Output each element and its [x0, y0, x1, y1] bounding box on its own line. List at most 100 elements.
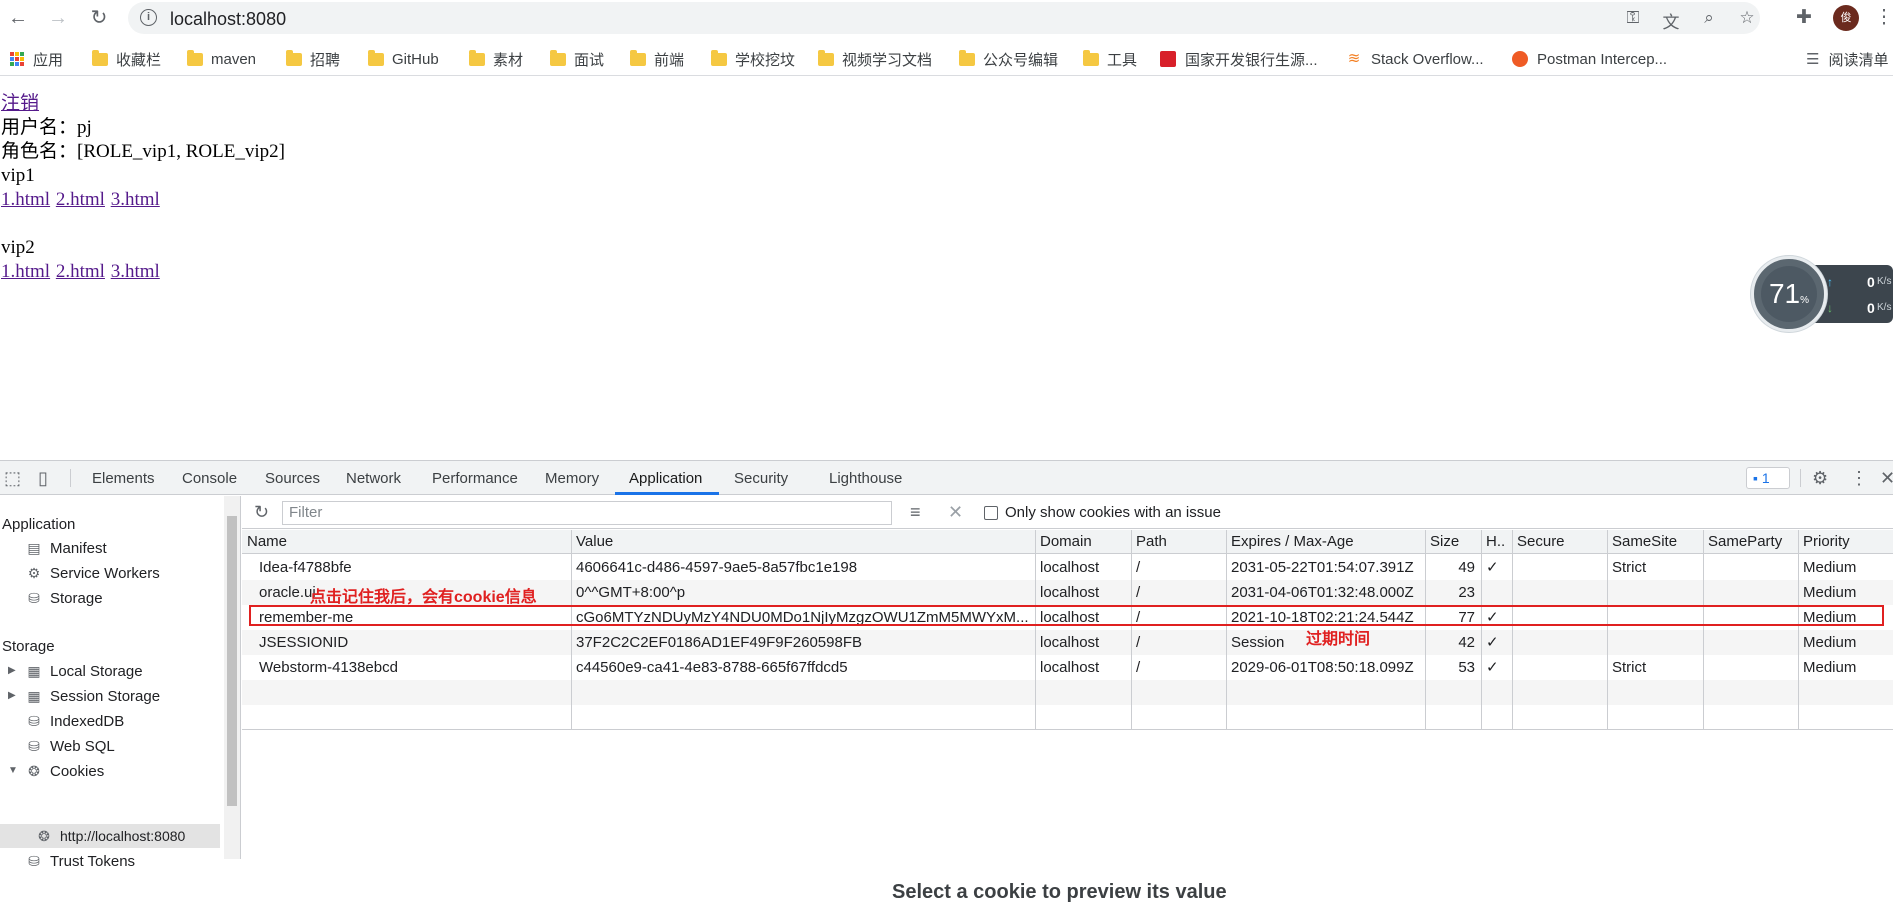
tab-security[interactable]: Security: [734, 470, 788, 487]
bookmark-folder[interactable]: 学校挖坟: [711, 49, 795, 69]
expand-arrow-icon[interactable]: ▶: [8, 690, 16, 701]
vip2-link-2[interactable]: 2.html: [56, 261, 105, 282]
column-header-httponly[interactable]: H..: [1481, 530, 1512, 554]
sidebar-item-trust-tokens[interactable]: ⛁ Trust Tokens: [26, 851, 135, 871]
column-header-size[interactable]: Size: [1425, 530, 1481, 554]
key-icon[interactable]: ⚿: [1622, 8, 1644, 28]
extensions-icon[interactable]: ✚: [1792, 6, 1816, 29]
bookmark-site[interactable]: Postman Intercep...: [1512, 49, 1667, 69]
logout-link[interactable]: 注销: [1, 93, 39, 114]
close-devtools-icon[interactable]: ✕: [1880, 468, 1893, 489]
column-header-sameparty[interactable]: SameParty: [1703, 530, 1798, 554]
bookmark-folder[interactable]: GitHub: [368, 49, 439, 69]
sidebar-item-web-sql[interactable]: ⛁ Web SQL: [26, 736, 115, 756]
tab-performance[interactable]: Performance: [432, 470, 518, 487]
device-toolbar-icon[interactable]: ▯: [38, 468, 48, 489]
delete-selected-icon[interactable]: ✕: [948, 502, 963, 523]
expand-arrow-icon[interactable]: ▶: [8, 665, 16, 676]
column-header-name[interactable]: Name: [242, 530, 571, 554]
bookmark-folder[interactable]: 面试: [550, 49, 604, 69]
sidebar-item-storage[interactable]: ⛁ Storage: [26, 588, 102, 608]
sidebar-item-local-storage[interactable]: ▦ Local Storage: [26, 661, 142, 681]
bookmark-folder[interactable]: 前端: [630, 49, 684, 69]
bookmark-folder[interactable]: 收藏栏: [92, 49, 161, 69]
cookies-table: Name Value Domain Path Expires / Max-Age…: [242, 530, 1893, 730]
cookie-preview-placeholder: Select a cookie to preview its value: [892, 881, 1227, 903]
issues-badge[interactable]: ▪ 1: [1746, 467, 1790, 489]
vip1-link-1[interactable]: 1.html: [1, 189, 50, 210]
network-speed-widget[interactable]: ↑ 0 K/s ↓ 0 K/s 71%: [1751, 256, 1893, 334]
tab-application[interactable]: Application: [629, 470, 702, 487]
column-header-path[interactable]: Path: [1131, 530, 1226, 554]
refresh-icon[interactable]: ↻: [254, 502, 269, 523]
bookmark-star-icon[interactable]: ☆: [1736, 8, 1758, 28]
reload-icon[interactable]: ↻: [87, 6, 111, 30]
bookmark-site[interactable]: ≋ Stack Overflow...: [1346, 49, 1484, 69]
bookmark-label: maven: [211, 50, 257, 68]
table-row[interactable]: Webstorm-4138ebcd c44560e9-ca41-4e83-878…: [242, 655, 1893, 680]
translate-icon[interactable]: 文: [1660, 8, 1682, 33]
folder-icon: [550, 49, 566, 66]
tab-console[interactable]: Console: [182, 470, 237, 487]
sidebar-item-manifest[interactable]: ▤ Manifest: [26, 538, 106, 558]
cookie-icon: ❂: [28, 762, 40, 779]
vip1-link-2[interactable]: 2.html: [56, 189, 105, 210]
section-title-vip2: vip2: [1, 237, 35, 258]
sidebar-item-cookies[interactable]: ❂ Cookies: [26, 761, 104, 781]
bookmark-label: 公众号编辑: [983, 51, 1059, 69]
bookmark-folder[interactable]: 视频学习文档: [818, 49, 932, 69]
bookmark-folder[interactable]: maven: [187, 49, 256, 69]
reading-list[interactable]: ☰ 阅读清单: [1806, 49, 1888, 69]
bookmark-label: 阅读清单: [1828, 51, 1889, 69]
only-issues-checkbox[interactable]: [984, 506, 998, 520]
table-row[interactable]: Idea-f4788bfe 4606641c-d486-4597-9ae5-8a…: [242, 555, 1893, 580]
site-info-icon[interactable]: i: [140, 9, 157, 26]
vip2-link-1[interactable]: 1.html: [1, 261, 50, 282]
collapse-arrow-icon[interactable]: ▼: [8, 765, 18, 776]
sidebar-item-cookie-origin[interactable]: ❂ http://localhost:8080: [36, 826, 185, 846]
settings-gear-icon[interactable]: ⚙: [1812, 468, 1828, 489]
filter-input[interactable]: Filter: [282, 501, 892, 525]
postman-favicon-icon: [1512, 51, 1528, 67]
sidebar-scrollbar[interactable]: [224, 496, 240, 859]
column-header-domain[interactable]: Domain: [1035, 530, 1131, 554]
bookmark-folder[interactable]: 招聘: [286, 49, 340, 69]
column-header-expires[interactable]: Expires / Max-Age: [1226, 530, 1425, 554]
scrollbar-thumb[interactable]: [227, 516, 237, 806]
forward-icon[interactable]: →: [46, 6, 70, 30]
tab-memory[interactable]: Memory: [545, 470, 599, 487]
tab-network[interactable]: Network: [346, 470, 401, 487]
tab-sources[interactable]: Sources: [265, 470, 320, 487]
column-header-value[interactable]: Value: [571, 530, 1035, 554]
back-icon[interactable]: ←: [6, 6, 30, 30]
tab-elements[interactable]: Elements: [92, 470, 155, 487]
bookmark-apps[interactable]: 应用: [10, 49, 63, 69]
sidebar-item-service-workers[interactable]: ⚙ Service Workers: [26, 563, 160, 583]
column-header-secure[interactable]: Secure: [1512, 530, 1607, 554]
table-row[interactable]: JSESSIONID 37F2C2C2EF0186AD1EF49F9F26059…: [242, 630, 1893, 655]
folder-icon: [368, 49, 384, 66]
inspect-element-icon[interactable]: ⬚: [4, 468, 21, 489]
url-text[interactable]: localhost:8080: [170, 9, 286, 30]
bookmark-label: 前端: [654, 51, 685, 69]
profile-avatar[interactable]: 俊: [1833, 5, 1859, 31]
column-header-samesite[interactable]: SameSite: [1607, 530, 1703, 554]
download-arrow-icon: ↓: [1827, 301, 1833, 315]
sidebar-header-storage: Storage: [2, 638, 55, 655]
column-header-priority[interactable]: Priority: [1798, 530, 1893, 554]
sidebar-item-session-storage[interactable]: ▦ Session Storage: [26, 686, 160, 706]
zoom-icon[interactable]: ⌕: [1698, 8, 1720, 28]
tab-lighthouse[interactable]: Lighthouse: [829, 470, 902, 487]
vip1-link-3[interactable]: 3.html: [111, 189, 160, 210]
bookmark-folder[interactable]: 公众号编辑: [959, 49, 1058, 69]
bookmark-site[interactable]: 国家开发银行生源...: [1160, 49, 1318, 69]
address-bar[interactable]: i localhost:8080 ⚿ 文 ⌕ ☆: [128, 2, 1760, 34]
bookmark-folder[interactable]: 素材: [469, 49, 523, 69]
bookmark-folder[interactable]: 工具: [1083, 49, 1137, 69]
sidebar-item-indexeddb[interactable]: ⛁ IndexedDB: [26, 711, 124, 731]
reading-list-icon: ☰: [1806, 51, 1820, 68]
clear-filtered-icon[interactable]: ≡: [910, 502, 921, 523]
menu-icon[interactable]: ⋮: [1872, 6, 1893, 29]
more-options-icon[interactable]: ⋮: [1850, 468, 1868, 489]
vip2-link-3[interactable]: 3.html: [111, 261, 160, 282]
